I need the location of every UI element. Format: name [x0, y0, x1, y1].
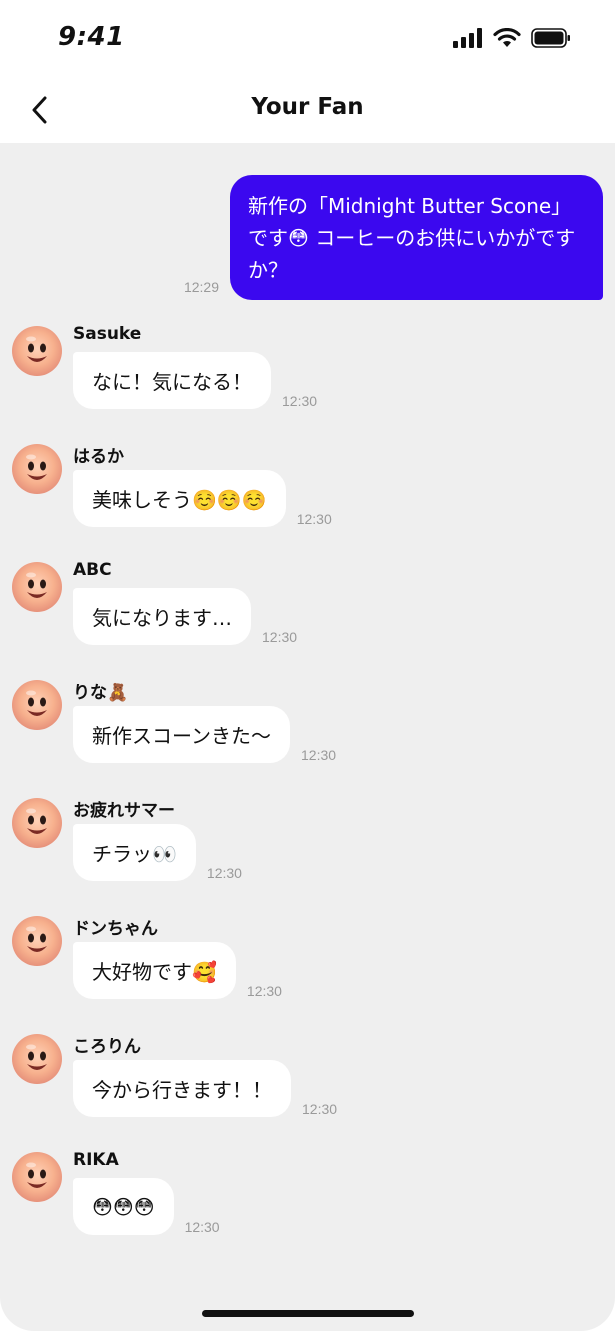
- message-time: 12:30: [282, 393, 318, 409]
- sender-name: お疲れサマー: [73, 801, 175, 821]
- message-time: 12:30: [296, 511, 332, 527]
- avatar-emoji-icon: [26, 926, 47, 952]
- message-time: 12:30: [302, 1101, 338, 1117]
- avatar-emoji-icon: [26, 572, 47, 598]
- message-bubble[interactable]: 今から行きます！！: [73, 1060, 291, 1117]
- message-bubble[interactable]: 大好物です🥰: [73, 942, 236, 999]
- message-time: 12:30: [184, 1219, 220, 1235]
- avatar-emoji-icon: [26, 690, 47, 716]
- sender-name: ABC: [73, 560, 112, 580]
- sender-name: RIKA: [73, 1150, 119, 1170]
- avatar[interactable]: [12, 916, 62, 966]
- message-bubble[interactable]: なに！気になる！: [73, 352, 271, 409]
- status-bar: 9:41: [0, 0, 615, 80]
- message-bubble[interactable]: 美味しそう☺️☺️☺️: [73, 470, 286, 527]
- message-bubble[interactable]: チラッ👀: [73, 824, 196, 881]
- message-time: 12:30: [301, 747, 337, 763]
- avatar[interactable]: [12, 562, 62, 612]
- avatar-emoji-icon: [26, 1162, 47, 1188]
- sender-name: はるか: [73, 447, 124, 467]
- avatar[interactable]: [12, 1034, 62, 1084]
- message-bubble[interactable]: 気になります…: [73, 588, 251, 645]
- avatar[interactable]: [12, 326, 62, 376]
- message-bubble[interactable]: 新作スコーンきた〜: [73, 706, 290, 763]
- outgoing-bubble[interactable]: 新作の「Midnight Butter Scone」です😳 コーヒーのお供にいか…: [230, 175, 603, 300]
- avatar-emoji-icon: [26, 336, 47, 362]
- status-icons: [453, 28, 571, 48]
- message-bubble[interactable]: 😳😳😳: [73, 1178, 174, 1235]
- avatar[interactable]: [12, 444, 62, 494]
- avatar[interactable]: [12, 680, 62, 730]
- message-time: 12:30: [206, 865, 242, 881]
- status-time: 9:41: [58, 22, 125, 52]
- sender-name: ドンちゃん: [73, 919, 158, 939]
- avatar-emoji-icon: [26, 1044, 47, 1070]
- wifi-icon: [493, 28, 521, 47]
- sender-name: りな🧸: [73, 683, 129, 703]
- signal-icon: [453, 28, 482, 48]
- message-time: 12:30: [262, 629, 298, 645]
- avatar-emoji-icon: [26, 808, 47, 834]
- outgoing-message: 12:29 新作の「Midnight Butter Scone」です😳 コーヒー…: [184, 175, 603, 300]
- avatar[interactable]: [12, 1152, 62, 1202]
- avatar[interactable]: [12, 798, 62, 848]
- sender-name: Sasuke: [73, 324, 142, 344]
- message-time: 12:30: [246, 983, 282, 999]
- avatar-emoji-icon: [26, 454, 47, 480]
- battery-icon: [531, 28, 570, 48]
- message-time: 12:29: [183, 279, 219, 295]
- page-title: Your Fan: [251, 94, 364, 120]
- sender-name: ころりん: [73, 1037, 141, 1057]
- nav-bar: Your Fan: [0, 80, 615, 143]
- home-indicator[interactable]: [202, 1310, 414, 1317]
- chat-area[interactable]: 12:29 新作の「Midnight Butter Scone」です😳 コーヒー…: [0, 143, 615, 1331]
